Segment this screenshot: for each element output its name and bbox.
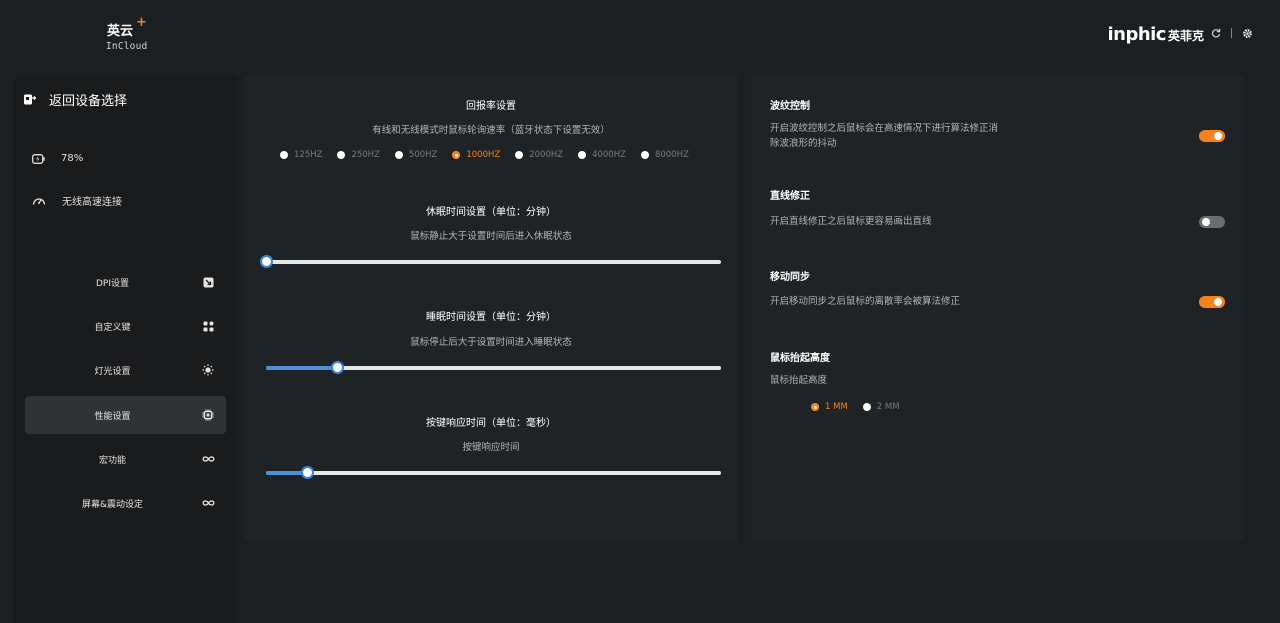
slider-thumb[interactable] bbox=[300, 466, 314, 479]
slider-thumb[interactable] bbox=[330, 361, 344, 374]
polling-option-1000[interactable]: 1000HZ bbox=[452, 150, 500, 160]
sleep-title: 休眠时间设置（单位：分钟） bbox=[426, 207, 556, 218]
battery-status: 78% bbox=[32, 153, 83, 164]
polling-option-500[interactable]: 500HZ bbox=[394, 150, 438, 160]
radio-dot bbox=[280, 151, 288, 159]
deep-sleep-title: 睡眠时间设置（单位：分钟） bbox=[426, 312, 556, 323]
menu-item-dpi[interactable]: DPI设置 bbox=[25, 263, 226, 301]
battery-level: 78% bbox=[61, 153, 84, 164]
radio-dot bbox=[394, 151, 403, 159]
option-label: 250HZ bbox=[351, 150, 380, 160]
key-response-slider[interactable] bbox=[266, 466, 721, 479]
infinity-icon bbox=[201, 452, 215, 466]
straight-desc: 开启直线修正之后鼠标更容易画出直线 bbox=[770, 216, 932, 227]
motion-sync-toggle[interactable] bbox=[1199, 296, 1225, 308]
polling-option-8000[interactable]: 8000HZ bbox=[640, 150, 689, 160]
toggle-knob bbox=[1214, 298, 1222, 306]
grid-icon bbox=[201, 319, 215, 333]
option-label: 1000HZ bbox=[466, 150, 501, 160]
brand-cn: 英菲克 bbox=[1167, 29, 1204, 43]
header-divider bbox=[1231, 28, 1232, 38]
refresh-icon[interactable] bbox=[1209, 26, 1223, 40]
menu-label: 性能设置 bbox=[94, 411, 131, 422]
menu-label: 屏幕&震动设定 bbox=[81, 499, 144, 510]
option-label: 125HZ bbox=[294, 150, 323, 160]
back-to-device-button[interactable]: 返回设备选择 bbox=[23, 90, 127, 109]
radio-dot bbox=[452, 151, 461, 159]
logo-en: InCloud bbox=[106, 41, 148, 52]
polling-title: 回报率设置 bbox=[466, 101, 516, 112]
menu-label: 宏功能 bbox=[98, 455, 126, 466]
toggle-knob bbox=[1214, 132, 1222, 140]
polling-options: 125HZ 250HZ 500HZ 1000HZ 2000HZ 4000HZ 8… bbox=[280, 150, 704, 160]
connection-status: 无线高速连接 bbox=[32, 193, 122, 208]
menu-item-custom-keys[interactable]: 自定义键 bbox=[25, 307, 226, 345]
back-label: 返回设备选择 bbox=[49, 94, 128, 109]
device-switch-icon bbox=[24, 94, 36, 105]
sleep-desc: 鼠标静止大于设置时间后进入休眠状态 bbox=[410, 231, 572, 242]
speedometer-icon bbox=[32, 198, 46, 205]
radio-dot bbox=[640, 151, 649, 159]
lod-options: 1 MM 2 MM bbox=[811, 402, 915, 412]
menu-item-lighting[interactable]: 灯光设置 bbox=[25, 351, 226, 389]
lod-title: 鼠标抬起高度 bbox=[770, 353, 830, 364]
polling-option-4000[interactable]: 4000HZ bbox=[578, 150, 626, 160]
radio-dot bbox=[337, 151, 346, 159]
polling-desc: 有线和无线模式时鼠标轮询速率（蓝牙状态下设置无效） bbox=[372, 125, 610, 136]
brand-logo: inphic 英菲克 bbox=[1107, 24, 1204, 45]
app-logo: 英云 + InCloud bbox=[106, 15, 166, 52]
menu-item-screen-vibration[interactable]: 屏幕&震动设定 bbox=[25, 484, 226, 522]
ripple-desc: 开启波纹控制之后鼠标会在高速情况下进行算法修正消除波浪形的抖动 bbox=[770, 123, 999, 149]
header-actions bbox=[1209, 26, 1254, 40]
menu-label: DPI设置 bbox=[95, 278, 129, 289]
menu-item-macro[interactable]: 宏功能 bbox=[25, 440, 226, 478]
polling-option-125[interactable]: 125HZ bbox=[280, 150, 322, 160]
polling-option-2000[interactable]: 2000HZ bbox=[515, 150, 563, 160]
straight-title: 直线修正 bbox=[770, 191, 810, 202]
sun-icon bbox=[201, 363, 215, 377]
brand-en: inphic bbox=[1107, 24, 1166, 45]
option-label: 2 MM bbox=[876, 402, 900, 412]
sidebar: 返回设备选择 78% 无线高速连接 DPI设置 自定义键 灯光设置 性能设置 宏… bbox=[14, 76, 237, 623]
deep-sleep-slider[interactable] bbox=[266, 361, 721, 374]
toggle-knob bbox=[1202, 218, 1210, 226]
motion-sync-desc: 开启移动同步之后鼠标的离散率会被算法修正 bbox=[770, 296, 961, 307]
deep-sleep-desc: 鼠标停止后大于设置时间进入睡眠状态 bbox=[410, 337, 572, 348]
menu-item-performance[interactable]: 性能设置 bbox=[25, 396, 226, 434]
motion-sync-title: 移动同步 bbox=[770, 272, 810, 283]
slider-thumb[interactable] bbox=[260, 255, 273, 268]
lod-desc: 鼠标抬起高度 bbox=[770, 375, 828, 386]
ripple-title: 波纹控制 bbox=[770, 101, 810, 112]
option-label: 8000HZ bbox=[654, 150, 689, 160]
ripple-toggle[interactable] bbox=[1199, 130, 1225, 142]
key-response-desc: 按键响应时间 bbox=[462, 442, 520, 453]
option-label: 1 MM bbox=[825, 402, 848, 412]
option-label: 2000HZ bbox=[529, 150, 564, 160]
connection-label: 无线高速连接 bbox=[62, 197, 122, 208]
radio-dot bbox=[862, 403, 871, 411]
battery-icon bbox=[32, 153, 45, 164]
key-response-title: 按键响应时间（单位：毫秒） bbox=[426, 418, 556, 429]
chip-icon bbox=[201, 408, 215, 422]
logo-plus: + bbox=[136, 15, 147, 30]
gear-icon[interactable] bbox=[1240, 26, 1254, 40]
infinity-icon bbox=[201, 496, 215, 510]
slider-fill bbox=[266, 366, 337, 370]
radio-dot bbox=[578, 151, 587, 159]
lod-option-1mm[interactable]: 1 MM bbox=[811, 402, 848, 412]
radio-dot bbox=[811, 403, 819, 411]
option-label: 4000HZ bbox=[592, 150, 626, 160]
straight-toggle[interactable] bbox=[1199, 216, 1225, 228]
menu-label: 自定义键 bbox=[94, 322, 131, 333]
performance-panel-right: 波纹控制 开启波纹控制之后鼠标会在高速情况下进行算法修正消除波浪形的抖动 直线修… bbox=[752, 76, 1244, 541]
performance-panel-left: 回报率设置 有线和无线模式时鼠标轮询速率（蓝牙状态下设置无效） 125HZ 25… bbox=[244, 76, 738, 541]
sleep-slider[interactable] bbox=[260, 255, 721, 268]
radio-dot bbox=[515, 151, 524, 159]
option-label: 500HZ bbox=[408, 150, 438, 160]
menu-label: 灯光设置 bbox=[94, 366, 131, 377]
polling-option-250[interactable]: 250HZ bbox=[337, 150, 380, 160]
lod-option-2mm[interactable]: 2 MM bbox=[862, 402, 900, 412]
dpi-icon bbox=[201, 275, 215, 289]
